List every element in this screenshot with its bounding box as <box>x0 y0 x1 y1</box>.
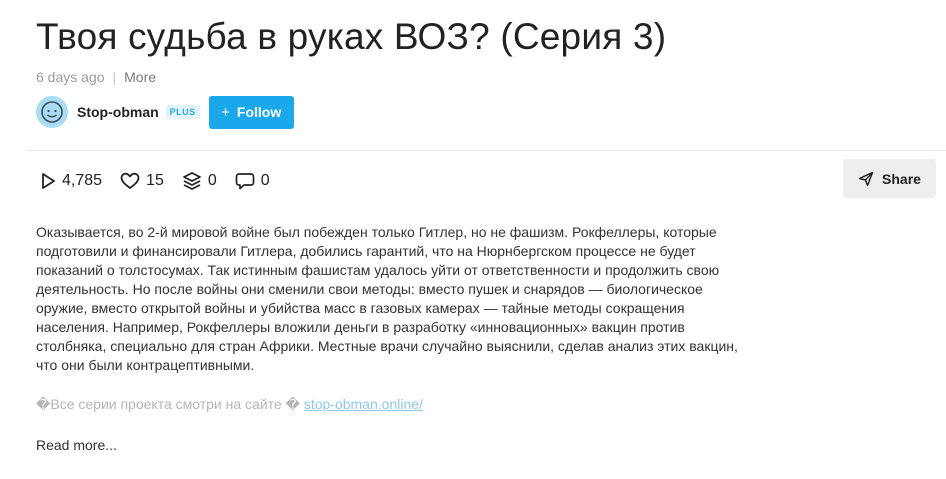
stats-bar: 4,785 15 0 0 <box>40 171 288 191</box>
views-count: 4,785 <box>62 172 103 189</box>
avatar-face-icon <box>41 101 63 123</box>
likes-count: 15 <box>146 172 164 189</box>
divider <box>26 150 946 151</box>
series-text: �Все серии проекта смотри на сайте � <box>36 396 304 412</box>
reposts-count: 0 <box>207 172 217 189</box>
video-description: Оказывается, во 2-й мировой войне был по… <box>36 224 738 373</box>
avatar[interactable] <box>36 96 68 128</box>
share-button[interactable]: Share <box>843 159 936 198</box>
plus-icon: + <box>221 103 230 121</box>
series-link[interactable]: stop-obman.online/ <box>304 396 423 412</box>
follow-label: Follow <box>236 104 282 120</box>
layers-icon <box>182 172 201 190</box>
plus-badge: PLUS <box>165 105 200 119</box>
heart-icon <box>120 172 140 189</box>
comments-count: 0 <box>260 172 270 189</box>
reposts-stat[interactable]: 0 <box>182 171 217 191</box>
comment-icon <box>235 173 255 190</box>
series-line: �Все серии проекта смотри на сайте � sto… <box>36 396 423 413</box>
likes-stat[interactable]: 15 <box>120 172 164 190</box>
share-label: Share <box>882 170 921 187</box>
read-more-link[interactable]: Read more... <box>36 437 117 453</box>
video-meta: 6 days ago | More <box>36 69 156 85</box>
comments-stat[interactable]: 0 <box>235 172 270 190</box>
follow-button[interactable]: + Follow <box>208 95 294 129</box>
more-link[interactable]: More <box>124 69 156 85</box>
author-name[interactable]: Stop-obman <box>77 104 159 120</box>
video-title: Твоя судьба в руках ВОЗ? (Серия 3) <box>36 16 667 57</box>
author-row: Stop-obman PLUS + Follow <box>36 95 294 129</box>
send-icon <box>858 171 874 186</box>
meta-separator: | <box>112 69 117 85</box>
upload-time: 6 days ago <box>36 69 105 85</box>
play-icon <box>42 173 55 189</box>
views-stat[interactable]: 4,785 <box>40 172 102 190</box>
